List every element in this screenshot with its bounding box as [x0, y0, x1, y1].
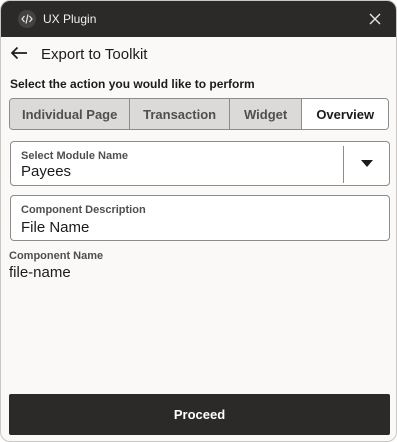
action-segmented-control: Individual Page Transaction Widget Overv…	[9, 98, 389, 130]
proceed-button[interactable]: Proceed	[9, 394, 390, 435]
segment-transaction[interactable]: Transaction	[130, 99, 230, 129]
segment-individual-page[interactable]: Individual Page	[10, 99, 131, 129]
dropdown-button[interactable]	[344, 142, 389, 185]
close-button[interactable]	[364, 8, 386, 30]
close-icon	[369, 13, 381, 25]
component-name-label: Component Name	[9, 250, 104, 262]
title-bar: UX Plugin	[1, 1, 396, 37]
component-description-value: File Name	[21, 219, 90, 236]
action-prompt: Select the action you would like to perf…	[10, 77, 255, 91]
plugin-window: UX Plugin Export to Toolkit Select the a…	[0, 0, 397, 442]
module-select-value: Payees	[21, 163, 72, 180]
code-slash-icon	[18, 10, 36, 28]
app-title: UX Plugin	[43, 12, 97, 26]
page-header: Export to Toolkit	[1, 37, 396, 71]
segment-widget[interactable]: Widget	[229, 99, 303, 129]
segment-overview[interactable]: Overview	[302, 99, 388, 129]
back-button[interactable]	[9, 43, 29, 63]
module-select[interactable]: Select Module Name Payees	[10, 141, 390, 186]
component-name-value: file-name	[9, 264, 71, 281]
page-title: Export to Toolkit	[41, 46, 148, 63]
component-description-label: Component Description	[21, 204, 146, 216]
arrow-left-icon	[10, 46, 27, 60]
component-description-field[interactable]: Component Description File Name	[10, 195, 390, 241]
caret-down-icon	[360, 159, 373, 167]
module-select-label: Select Module Name	[21, 150, 128, 162]
